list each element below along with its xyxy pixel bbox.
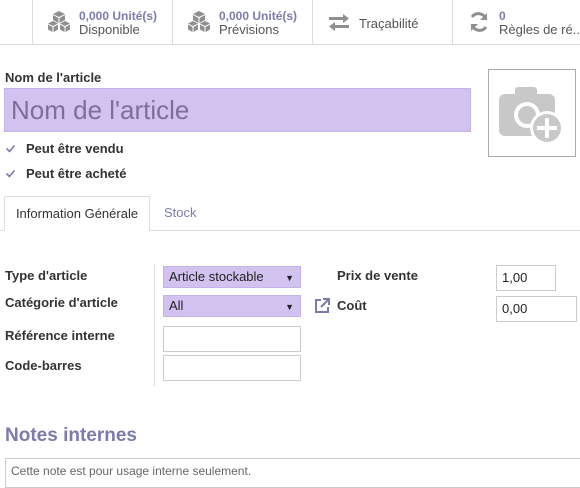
internal-reference-input[interactable] [163, 326, 301, 352]
barcode-label: Code-barres [5, 358, 82, 373]
product-category-value: All [169, 298, 184, 313]
check-icon [5, 169, 16, 178]
barcode-input[interactable] [163, 355, 301, 381]
product-type-select[interactable]: Article stockable ▼ [163, 266, 301, 288]
check-icon [5, 144, 16, 153]
internal-notes-placeholder: Cette note est pour usage interne seulem… [11, 464, 252, 478]
onhand-qty-label: Disponible [79, 22, 140, 37]
internal-reference-label: Référence interne [5, 328, 115, 343]
tab-stock[interactable]: Stock [164, 196, 197, 230]
onhand-qty-button[interactable]: 0,000 Unité(s) Disponible [32, 0, 173, 44]
cubes-icon [48, 11, 70, 32]
can-be-sold-label: Peut être vendu [26, 141, 124, 156]
can-be-purchased-checkbox[interactable] [5, 167, 16, 178]
reordering-rules-button[interactable]: 0 Règles de ré... [452, 0, 580, 44]
column-divider [154, 264, 155, 386]
sale-price-label: Prix de vente [337, 268, 418, 283]
forecast-qty-value: 0,000 Unité(s) [219, 9, 298, 23]
refresh-icon [470, 12, 488, 32]
arrows-exchange-icon [329, 14, 349, 31]
cost-input[interactable]: 0,00 [496, 296, 577, 322]
sale-price-input[interactable]: 1,00 DA [496, 265, 556, 309]
caret-down-icon: ▼ [285, 302, 294, 312]
tab-general-information[interactable]: Information Générale [4, 196, 150, 231]
cost-label: Coût [337, 298, 367, 313]
traceability-button[interactable]: Traçabilité [312, 0, 453, 44]
product-type-value: Article stockable [169, 269, 264, 284]
product-image-upload[interactable] [488, 69, 576, 157]
product-category-select[interactable]: All ▼ [163, 295, 301, 317]
can-be-purchased-row[interactable]: Peut être acheté [5, 166, 126, 181]
notebook-tabs: Information Générale Stock [0, 196, 580, 231]
forecast-qty-button[interactable]: 0,000 Unité(s) Prévisions [172, 0, 313, 44]
camera-add-icon [499, 87, 564, 145]
can-be-purchased-label: Peut être acheté [26, 166, 127, 181]
product-category-label: Catégorie d'article [5, 295, 118, 310]
cost-value: 0,00 [502, 301, 528, 316]
product-name-input[interactable] [4, 88, 471, 132]
cubes-icon [188, 11, 210, 32]
product-name-label: Nom de l'article [5, 70, 102, 85]
internal-notes-textarea[interactable]: Cette note est pour usage interne seulem… [5, 458, 580, 488]
product-type-label: Type d'article [5, 268, 88, 283]
smart-buttons-bar: 0,000 Unité(s) Disponible 0,000 Unité(s)… [0, 0, 580, 45]
internal-notes-title: Notes internes [5, 425, 137, 446]
onhand-qty-value: 0,000 Unité(s) [79, 9, 158, 23]
caret-down-icon: ▼ [285, 273, 294, 283]
external-link-icon[interactable] [313, 297, 331, 315]
can-be-sold-checkbox[interactable] [5, 142, 16, 153]
reordering-rules-count: 0 [499, 9, 506, 23]
sale-price-value: 1,00 [502, 270, 528, 285]
reordering-rules-label: Règles de ré... [499, 22, 580, 37]
forecast-qty-label: Prévisions [219, 22, 279, 37]
can-be-sold-row[interactable]: Peut être vendu [5, 141, 124, 156]
traceability-label: Traçabilité [359, 16, 419, 31]
